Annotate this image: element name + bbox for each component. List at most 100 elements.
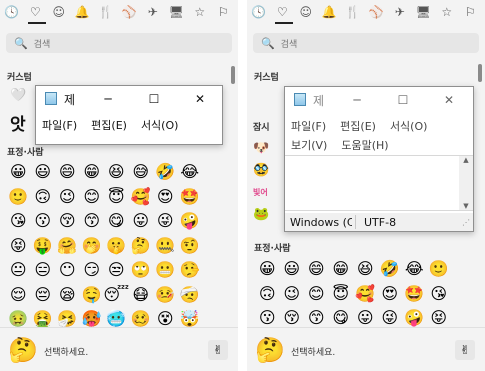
emoji-cell[interactable]: 😝 bbox=[6, 234, 31, 259]
heart-outline-icon[interactable]: ♡ bbox=[271, 0, 295, 24]
emoji-cell[interactable]: 😷 bbox=[129, 283, 154, 308]
emoji-cell[interactable]: 😏 bbox=[80, 258, 105, 283]
maximize-button[interactable]: ☐ bbox=[134, 88, 174, 110]
emoji-cell[interactable]: 😄 bbox=[55, 160, 80, 185]
emoji-cell[interactable]: 😁 bbox=[80, 160, 105, 185]
menu-format[interactable]: 서식(O) bbox=[390, 118, 427, 134]
search-box[interactable]: 🔍 검색 bbox=[253, 33, 479, 53]
bell-icon[interactable]: 🔔 bbox=[318, 0, 342, 24]
emoji-cell[interactable]: 🤕 bbox=[178, 283, 203, 308]
close-button[interactable]: ✕ bbox=[180, 88, 220, 110]
star-icon[interactable]: ☆ bbox=[188, 0, 212, 24]
emoji-cell[interactable]: 😆 bbox=[353, 257, 378, 282]
emoji-cell[interactable]: 🙃 bbox=[31, 185, 56, 210]
emoji-cell[interactable]: 🤤 bbox=[80, 283, 105, 308]
emoji-cell[interactable]: 😇 bbox=[104, 185, 129, 210]
emoji-cell[interactable]: 😚 bbox=[55, 209, 80, 234]
clock-icon[interactable]: 🕓 bbox=[247, 0, 271, 24]
emoji-cell[interactable]: 😴 bbox=[103, 283, 129, 308]
emoji-cell[interactable]: 😋 bbox=[104, 209, 129, 234]
emoji-cell[interactable]: 🙄 bbox=[129, 258, 154, 283]
emoji-cell[interactable]: 😗 bbox=[31, 209, 56, 234]
monitor-icon[interactable]: 🖥 bbox=[165, 0, 189, 24]
custom-sticker-text[interactable]: 앗 bbox=[10, 110, 26, 135]
monitor-icon[interactable]: 🖥 bbox=[412, 0, 436, 24]
emoji-cell[interactable]: 🤥 bbox=[178, 258, 203, 283]
fork-knife-icon[interactable]: 🍴 bbox=[94, 0, 118, 24]
emoji-cell[interactable]: 😀 bbox=[6, 160, 31, 185]
emoji-cell[interactable]: 😪 bbox=[55, 283, 80, 308]
emoji-cell[interactable]: 😒 bbox=[104, 258, 129, 283]
custom-sticker[interactable]: 🥸 bbox=[253, 162, 275, 178]
emoji-cell[interactable]: 😇 bbox=[329, 282, 354, 307]
emoji-cell[interactable]: 😶 bbox=[55, 258, 80, 283]
scrollbar-thumb[interactable] bbox=[231, 66, 235, 84]
menu-view[interactable]: 보기(V) bbox=[291, 137, 327, 153]
flag-icon[interactable]: ⚐ bbox=[212, 0, 236, 24]
star-icon[interactable]: ☆ bbox=[435, 0, 459, 24]
emoji-cell[interactable]: 😀 bbox=[255, 257, 280, 282]
ball-icon[interactable]: ⚾ bbox=[365, 0, 389, 24]
emoji-cell[interactable]: 😘 bbox=[6, 209, 31, 234]
notepad-titlebar[interactable]: 제 ─ ☐ ✕ bbox=[36, 86, 222, 112]
emoji-cell[interactable]: 🙂 bbox=[6, 185, 31, 210]
skin-tone-button[interactable]: ✌ bbox=[208, 340, 228, 360]
emoji-cell[interactable]: 🙂 bbox=[427, 257, 452, 282]
custom-sticker[interactable]: 빛어 bbox=[253, 184, 275, 200]
smiley-icon[interactable]: ☺ bbox=[47, 0, 71, 24]
emoji-cell[interactable]: 😃 bbox=[31, 160, 56, 185]
clock-icon[interactable]: 🕓 bbox=[0, 0, 24, 24]
menu-file[interactable]: 파일(F) bbox=[291, 118, 326, 134]
emoji-cell[interactable]: 🤗 bbox=[55, 234, 80, 259]
emoji-cell[interactable]: 😅 bbox=[129, 160, 154, 185]
emoji-cell[interactable]: 🤐 bbox=[153, 234, 178, 259]
scroll-down-icon[interactable]: ▼ bbox=[463, 202, 468, 210]
notepad-window[interactable]: 제 ─ ☐ ✕ 파일(F) 편집(E) 서식(O) bbox=[35, 85, 223, 145]
scrollbar-thumb[interactable] bbox=[478, 64, 482, 82]
emoji-cell[interactable]: 🤑 bbox=[31, 234, 56, 259]
ball-icon[interactable]: ⚾ bbox=[118, 0, 142, 24]
emoji-cell[interactable]: 🤨 bbox=[178, 234, 203, 259]
emoji-cell[interactable]: 😐 bbox=[6, 258, 31, 283]
menu-file[interactable]: 파일(F) bbox=[42, 117, 77, 133]
emoji-cell[interactable]: 😍 bbox=[378, 282, 403, 307]
menu-edit[interactable]: 편집(E) bbox=[91, 117, 127, 133]
emoji-cell[interactable]: 😜 bbox=[153, 209, 178, 234]
maximize-button[interactable]: ☐ bbox=[383, 89, 423, 111]
skin-tone-button[interactable]: ✌ bbox=[455, 340, 475, 360]
emoji-cell[interactable]: 🤪 bbox=[178, 209, 203, 234]
emoji-cell[interactable]: 😛 bbox=[129, 209, 154, 234]
emoji-cell[interactable]: 😬 bbox=[153, 258, 178, 283]
menu-edit[interactable]: 편집(E) bbox=[340, 118, 376, 134]
emoji-cell[interactable]: 🤭 bbox=[80, 234, 105, 259]
text-editor-area[interactable]: ▲ ▼ bbox=[285, 155, 473, 211]
menu-help[interactable]: 도움말(H) bbox=[341, 137, 388, 153]
flag-icon[interactable]: ⚐ bbox=[459, 0, 483, 24]
emoji-cell[interactable]: 😍 bbox=[153, 185, 178, 210]
notepad-window[interactable]: 제 ─ ☐ ✕ 파일(F) 편집(E) 서식(O) 보기(V) 도움말(H) ▲… bbox=[284, 86, 474, 232]
emoji-cell[interactable]: 😊 bbox=[80, 185, 105, 210]
emoji-cell[interactable]: 😔 bbox=[31, 283, 56, 308]
bell-icon[interactable]: 🔔 bbox=[71, 0, 95, 24]
emoji-cell[interactable]: 😃 bbox=[280, 257, 305, 282]
airplane-icon[interactable]: ✈ bbox=[388, 0, 412, 24]
emoji-cell[interactable]: 😂 bbox=[402, 257, 427, 282]
emoji-cell[interactable]: 😁 bbox=[329, 257, 354, 282]
emoji-cell[interactable]: 😙 bbox=[80, 209, 105, 234]
menu-format[interactable]: 서식(O) bbox=[141, 117, 178, 133]
emoji-cell[interactable]: 😂 bbox=[178, 160, 203, 185]
emoji-cell[interactable]: 😊 bbox=[304, 282, 329, 307]
emoji-cell[interactable]: 🤣 bbox=[153, 160, 178, 185]
custom-emoji[interactable]: 🤍 bbox=[10, 88, 26, 103]
custom-sticker[interactable]: 🐸 bbox=[253, 206, 275, 222]
emoji-cell[interactable]: 🤒 bbox=[153, 283, 178, 308]
emoji-cell[interactable]: 😉 bbox=[55, 185, 80, 210]
resize-grip-icon[interactable]: ⋰ bbox=[462, 218, 470, 227]
smiley-icon[interactable]: ☺ bbox=[294, 0, 318, 24]
notepad-titlebar[interactable]: 제 ─ ☐ ✕ bbox=[285, 87, 473, 113]
vertical-scrollbar[interactable]: ▲ ▼ bbox=[459, 156, 473, 210]
emoji-cell[interactable]: 🤩 bbox=[402, 282, 427, 307]
emoji-cell[interactable]: 😄 bbox=[304, 257, 329, 282]
emoji-cell[interactable]: 🙃 bbox=[255, 282, 280, 307]
airplane-icon[interactable]: ✈ bbox=[141, 0, 165, 24]
